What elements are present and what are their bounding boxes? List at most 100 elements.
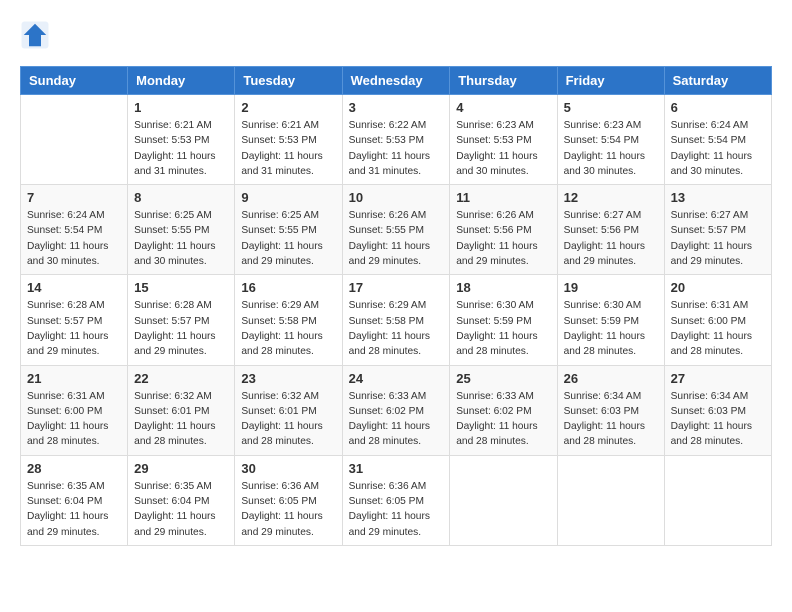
daylight-text: Daylight: 11 hours and 29 minutes. bbox=[27, 511, 108, 537]
sunset-text: Sunset: 6:04 PM bbox=[134, 496, 209, 507]
calendar-cell: 22 Sunrise: 6:32 AM Sunset: 6:01 PM Dayl… bbox=[128, 365, 235, 455]
sunrise-text: Sunrise: 6:36 AM bbox=[349, 481, 427, 492]
sunset-text: Sunset: 5:59 PM bbox=[456, 316, 531, 327]
daylight-text: Daylight: 11 hours and 29 minutes. bbox=[456, 241, 537, 267]
day-number: 22 bbox=[134, 371, 228, 386]
day-number: 10 bbox=[349, 190, 444, 205]
sunrise-text: Sunrise: 6:24 AM bbox=[671, 120, 749, 131]
calendar-cell: 10 Sunrise: 6:26 AM Sunset: 5:55 PM Dayl… bbox=[342, 185, 450, 275]
calendar-cell: 15 Sunrise: 6:28 AM Sunset: 5:57 PM Dayl… bbox=[128, 275, 235, 365]
day-info: Sunrise: 6:23 AM Sunset: 5:53 PM Dayligh… bbox=[456, 118, 550, 179]
sunset-text: Sunset: 5:57 PM bbox=[134, 316, 209, 327]
sunset-text: Sunset: 5:56 PM bbox=[456, 225, 531, 236]
calendar-cell: 26 Sunrise: 6:34 AM Sunset: 6:03 PM Dayl… bbox=[557, 365, 664, 455]
calendar-cell bbox=[557, 455, 664, 545]
day-info: Sunrise: 6:26 AM Sunset: 5:55 PM Dayligh… bbox=[349, 208, 444, 269]
weekday-header: Thursday bbox=[450, 67, 557, 95]
daylight-text: Daylight: 11 hours and 28 minutes. bbox=[241, 421, 322, 447]
sunset-text: Sunset: 5:53 PM bbox=[456, 135, 531, 146]
calendar-cell bbox=[664, 455, 771, 545]
sunrise-text: Sunrise: 6:21 AM bbox=[241, 120, 319, 131]
calendar-cell: 7 Sunrise: 6:24 AM Sunset: 5:54 PM Dayli… bbox=[21, 185, 128, 275]
daylight-text: Daylight: 11 hours and 29 minutes. bbox=[349, 241, 430, 267]
daylight-text: Daylight: 11 hours and 29 minutes. bbox=[27, 331, 108, 357]
day-info: Sunrise: 6:34 AM Sunset: 6:03 PM Dayligh… bbox=[564, 389, 658, 450]
sunrise-text: Sunrise: 6:27 AM bbox=[564, 210, 642, 221]
weekday-header: Wednesday bbox=[342, 67, 450, 95]
day-info: Sunrise: 6:25 AM Sunset: 5:55 PM Dayligh… bbox=[134, 208, 228, 269]
sunrise-text: Sunrise: 6:34 AM bbox=[671, 391, 749, 402]
calendar-cell: 28 Sunrise: 6:35 AM Sunset: 6:04 PM Dayl… bbox=[21, 455, 128, 545]
day-number: 7 bbox=[27, 190, 121, 205]
day-number: 23 bbox=[241, 371, 335, 386]
sunset-text: Sunset: 5:54 PM bbox=[27, 225, 102, 236]
logo-icon bbox=[20, 20, 50, 50]
day-info: Sunrise: 6:33 AM Sunset: 6:02 PM Dayligh… bbox=[456, 389, 550, 450]
sunset-text: Sunset: 5:57 PM bbox=[27, 316, 102, 327]
day-info: Sunrise: 6:30 AM Sunset: 5:59 PM Dayligh… bbox=[564, 298, 658, 359]
calendar-cell: 11 Sunrise: 6:26 AM Sunset: 5:56 PM Dayl… bbox=[450, 185, 557, 275]
day-number: 21 bbox=[27, 371, 121, 386]
calendar-header-row: SundayMondayTuesdayWednesdayThursdayFrid… bbox=[21, 67, 772, 95]
weekday-header: Friday bbox=[557, 67, 664, 95]
sunrise-text: Sunrise: 6:34 AM bbox=[564, 391, 642, 402]
daylight-text: Daylight: 11 hours and 30 minutes. bbox=[564, 151, 645, 177]
daylight-text: Daylight: 11 hours and 29 minutes. bbox=[671, 241, 752, 267]
sunset-text: Sunset: 6:04 PM bbox=[27, 496, 102, 507]
daylight-text: Daylight: 11 hours and 28 minutes. bbox=[671, 421, 752, 447]
calendar-cell: 9 Sunrise: 6:25 AM Sunset: 5:55 PM Dayli… bbox=[235, 185, 342, 275]
day-number: 5 bbox=[564, 100, 658, 115]
sunset-text: Sunset: 6:03 PM bbox=[564, 406, 639, 417]
daylight-text: Daylight: 11 hours and 31 minutes. bbox=[349, 151, 430, 177]
calendar-cell: 31 Sunrise: 6:36 AM Sunset: 6:05 PM Dayl… bbox=[342, 455, 450, 545]
calendar-cell: 16 Sunrise: 6:29 AM Sunset: 5:58 PM Dayl… bbox=[235, 275, 342, 365]
daylight-text: Daylight: 11 hours and 28 minutes. bbox=[349, 331, 430, 357]
sunset-text: Sunset: 6:01 PM bbox=[134, 406, 209, 417]
sunset-text: Sunset: 6:05 PM bbox=[349, 496, 424, 507]
daylight-text: Daylight: 11 hours and 30 minutes. bbox=[27, 241, 108, 267]
daylight-text: Daylight: 11 hours and 28 minutes. bbox=[671, 331, 752, 357]
day-number: 28 bbox=[27, 461, 121, 476]
calendar-week-row: 1 Sunrise: 6:21 AM Sunset: 5:53 PM Dayli… bbox=[21, 95, 772, 185]
sunrise-text: Sunrise: 6:29 AM bbox=[349, 300, 427, 311]
sunrise-text: Sunrise: 6:32 AM bbox=[241, 391, 319, 402]
day-info: Sunrise: 6:28 AM Sunset: 5:57 PM Dayligh… bbox=[134, 298, 228, 359]
sunset-text: Sunset: 6:00 PM bbox=[671, 316, 746, 327]
calendar-cell: 12 Sunrise: 6:27 AM Sunset: 5:56 PM Dayl… bbox=[557, 185, 664, 275]
calendar-week-row: 28 Sunrise: 6:35 AM Sunset: 6:04 PM Dayl… bbox=[21, 455, 772, 545]
day-number: 31 bbox=[349, 461, 444, 476]
daylight-text: Daylight: 11 hours and 28 minutes. bbox=[564, 421, 645, 447]
sunrise-text: Sunrise: 6:31 AM bbox=[671, 300, 749, 311]
day-info: Sunrise: 6:33 AM Sunset: 6:02 PM Dayligh… bbox=[349, 389, 444, 450]
sunrise-text: Sunrise: 6:35 AM bbox=[134, 481, 212, 492]
day-info: Sunrise: 6:31 AM Sunset: 6:00 PM Dayligh… bbox=[27, 389, 121, 450]
daylight-text: Daylight: 11 hours and 28 minutes. bbox=[27, 421, 108, 447]
sunrise-text: Sunrise: 6:27 AM bbox=[671, 210, 749, 221]
logo bbox=[20, 20, 54, 50]
calendar-cell: 30 Sunrise: 6:36 AM Sunset: 6:05 PM Dayl… bbox=[235, 455, 342, 545]
day-info: Sunrise: 6:29 AM Sunset: 5:58 PM Dayligh… bbox=[349, 298, 444, 359]
day-number: 19 bbox=[564, 280, 658, 295]
day-info: Sunrise: 6:21 AM Sunset: 5:53 PM Dayligh… bbox=[241, 118, 335, 179]
day-info: Sunrise: 6:22 AM Sunset: 5:53 PM Dayligh… bbox=[349, 118, 444, 179]
calendar-cell: 18 Sunrise: 6:30 AM Sunset: 5:59 PM Dayl… bbox=[450, 275, 557, 365]
calendar-cell: 29 Sunrise: 6:35 AM Sunset: 6:04 PM Dayl… bbox=[128, 455, 235, 545]
daylight-text: Daylight: 11 hours and 29 minutes. bbox=[241, 241, 322, 267]
day-info: Sunrise: 6:24 AM Sunset: 5:54 PM Dayligh… bbox=[671, 118, 765, 179]
sunset-text: Sunset: 6:02 PM bbox=[456, 406, 531, 417]
sunset-text: Sunset: 5:53 PM bbox=[134, 135, 209, 146]
calendar-week-row: 21 Sunrise: 6:31 AM Sunset: 6:00 PM Dayl… bbox=[21, 365, 772, 455]
day-info: Sunrise: 6:27 AM Sunset: 5:56 PM Dayligh… bbox=[564, 208, 658, 269]
day-info: Sunrise: 6:29 AM Sunset: 5:58 PM Dayligh… bbox=[241, 298, 335, 359]
day-number: 18 bbox=[456, 280, 550, 295]
sunset-text: Sunset: 5:55 PM bbox=[134, 225, 209, 236]
weekday-header: Sunday bbox=[21, 67, 128, 95]
day-info: Sunrise: 6:36 AM Sunset: 6:05 PM Dayligh… bbox=[349, 479, 444, 540]
day-info: Sunrise: 6:26 AM Sunset: 5:56 PM Dayligh… bbox=[456, 208, 550, 269]
day-number: 6 bbox=[671, 100, 765, 115]
sunset-text: Sunset: 6:05 PM bbox=[241, 496, 316, 507]
sunset-text: Sunset: 5:55 PM bbox=[349, 225, 424, 236]
sunrise-text: Sunrise: 6:22 AM bbox=[349, 120, 427, 131]
day-number: 2 bbox=[241, 100, 335, 115]
sunrise-text: Sunrise: 6:31 AM bbox=[27, 391, 105, 402]
